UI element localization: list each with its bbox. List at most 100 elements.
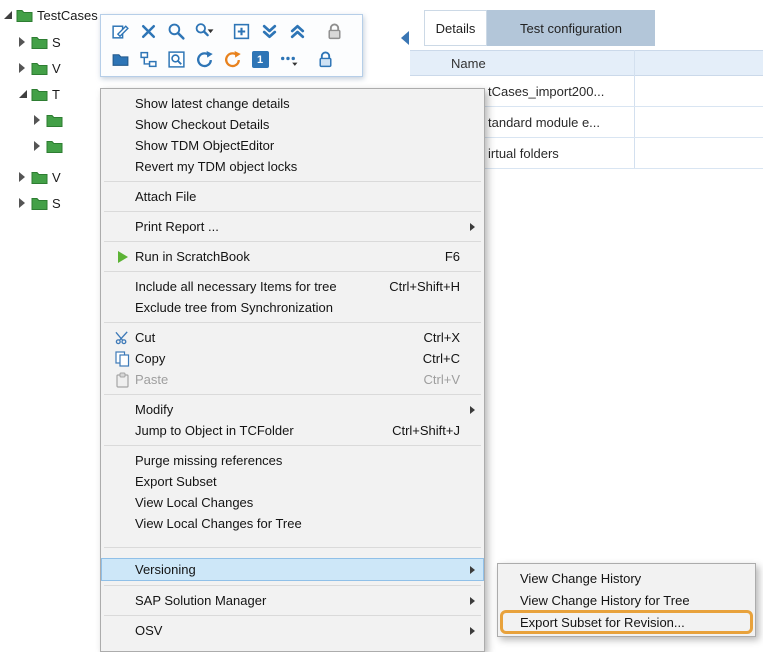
table-header[interactable]: Name [410, 50, 763, 76]
tree-item[interactable] [34, 109, 67, 131]
double-chevron-up-icon [288, 22, 307, 41]
menu-item-print-report[interactable]: Print Report ... [101, 216, 484, 237]
submenu-item-view-change-history-for-tree[interactable]: View Change History for Tree [498, 589, 755, 611]
toolbar-row-1 [106, 18, 357, 45]
menu-separator [104, 394, 481, 395]
menu-separator [104, 445, 481, 446]
menu-item-osv[interactable]: OSV [101, 620, 484, 641]
menu-item-modify[interactable]: Modify [101, 399, 484, 420]
tab-test-configuration-label: Test configuration [520, 21, 622, 36]
menu-item-purge-missing-references[interactable]: Purge missing references [101, 450, 484, 471]
delete-button[interactable] [134, 19, 162, 45]
tree-collapsed-icon[interactable] [34, 115, 40, 125]
tree-collapsed-icon[interactable] [19, 37, 25, 47]
folder-icon [31, 87, 48, 101]
menu-item-export-subset[interactable]: Export Subset [101, 471, 484, 492]
versioning-submenu: View Change History View Change History … [497, 563, 756, 637]
menu-item-versioning[interactable]: Versioning [101, 558, 484, 581]
tab-details[interactable]: Details [424, 10, 487, 46]
tree-collapsed-icon[interactable] [19, 172, 25, 182]
menu-item-paste[interactable]: Paste Ctrl+V [101, 369, 484, 390]
submenu-arrow-icon [470, 597, 475, 605]
tree-item-label: T [52, 87, 60, 102]
edit-button[interactable] [106, 19, 134, 45]
add-item-button[interactable] [227, 19, 255, 45]
refresh-orange-icon [223, 50, 242, 69]
folder-button[interactable] [106, 47, 134, 73]
mini-toolbar: 1 [100, 14, 363, 77]
lock-icon [325, 22, 344, 41]
menu-separator [104, 271, 481, 272]
scissors-icon [110, 330, 135, 345]
menu-item-show-tdm-objecteditor[interactable]: Show TDM ObjectEditor [101, 135, 484, 156]
submenu-item-export-subset-for-revision[interactable]: Export Subset for Revision... [498, 611, 755, 633]
submenu-arrow-icon [470, 223, 475, 231]
tree-view-button[interactable] [134, 47, 162, 73]
tree-collapsed-icon[interactable] [19, 198, 25, 208]
delete-icon [139, 22, 158, 41]
more-options-button[interactable] [274, 47, 302, 73]
menu-item-cut[interactable]: Cut Ctrl+X [101, 327, 484, 348]
tree-item-label: S [52, 196, 61, 211]
tree-item-label: V [52, 61, 61, 76]
tree-item-label: TestCases [37, 8, 98, 23]
tree-item[interactable]: V [19, 166, 61, 188]
menu-separator [104, 322, 481, 323]
menu-item-exclude-tree-from-sync[interactable]: Exclude tree from Synchronization [101, 297, 484, 318]
paste-icon [110, 372, 135, 388]
play-icon [110, 251, 135, 263]
menu-item-show-checkout-details[interactable]: Show Checkout Details [101, 114, 484, 135]
menu-item-copy[interactable]: Copy Ctrl+C [101, 348, 484, 369]
menu-item-sap-solution-manager[interactable]: SAP Solution Manager [101, 590, 484, 611]
checkout-count-button[interactable]: 1 [246, 47, 274, 73]
tree-expanded-icon[interactable] [19, 90, 27, 98]
tree-collapsed-icon[interactable] [34, 141, 40, 151]
search-options-button[interactable] [190, 19, 218, 45]
lock-button[interactable] [320, 19, 348, 45]
menu-separator [104, 585, 481, 586]
menu-separator [104, 547, 481, 548]
tree-expanded-icon[interactable] [4, 11, 12, 19]
menu-item-show-latest-change-details[interactable]: Show latest change details [101, 93, 484, 114]
sync-button[interactable] [218, 47, 246, 73]
edit-icon [111, 22, 130, 41]
folder-icon [16, 8, 33, 22]
menu-item-run-in-scratchbook[interactable]: Run in ScratchBook F6 [101, 246, 484, 267]
tab-details-label: Details [436, 21, 476, 36]
unlock-button[interactable] [311, 47, 339, 73]
submenu-item-view-change-history[interactable]: View Change History [498, 567, 755, 589]
tree-collapsed-icon[interactable] [19, 63, 25, 73]
double-chevron-down-icon [260, 22, 279, 41]
collapse-all-button[interactable] [283, 19, 311, 45]
submenu-arrow-icon [470, 406, 475, 414]
menu-item-include-all-necessary-items[interactable]: Include all necessary Items for tree Ctr… [101, 276, 484, 297]
menu-separator [104, 241, 481, 242]
expand-all-button[interactable] [255, 19, 283, 45]
tree-structure-icon [139, 50, 158, 69]
search-in-tree-button[interactable] [162, 47, 190, 73]
tree-item-label: V [52, 170, 61, 185]
folder-icon [46, 139, 63, 153]
folder-icon [31, 196, 48, 210]
menu-item-view-local-changes-for-tree[interactable]: View Local Changes for Tree [101, 513, 484, 534]
submenu-arrow-icon [470, 627, 475, 635]
tab-test-configuration[interactable]: Test configuration [487, 10, 655, 46]
folder-icon [31, 170, 48, 184]
menu-item-revert-tdm-locks[interactable]: Revert my TDM object locks [101, 156, 484, 177]
tree-item[interactable]: S [19, 192, 61, 214]
menu-item-jump-to-object-in-tcfolder[interactable]: Jump to Object in TCFolder Ctrl+Shift+J [101, 420, 484, 441]
menu-separator [104, 615, 481, 616]
menu-item-view-local-changes[interactable]: View Local Changes [101, 492, 484, 513]
tree-item[interactable] [34, 135, 67, 157]
folder-icon [46, 113, 63, 127]
tree-item[interactable]: T [19, 83, 60, 105]
column-header-name[interactable]: Name [410, 56, 486, 71]
tree-item-testcases[interactable]: TestCases [4, 4, 98, 26]
tree-item[interactable]: V [19, 57, 61, 79]
more-options-icon [279, 50, 298, 69]
menu-item-attach-file[interactable]: Attach File [101, 186, 484, 207]
panel-collapse-arrow-icon[interactable] [401, 31, 409, 45]
search-button[interactable] [162, 19, 190, 45]
refresh-button[interactable] [190, 47, 218, 73]
tree-item[interactable]: S [19, 31, 61, 53]
